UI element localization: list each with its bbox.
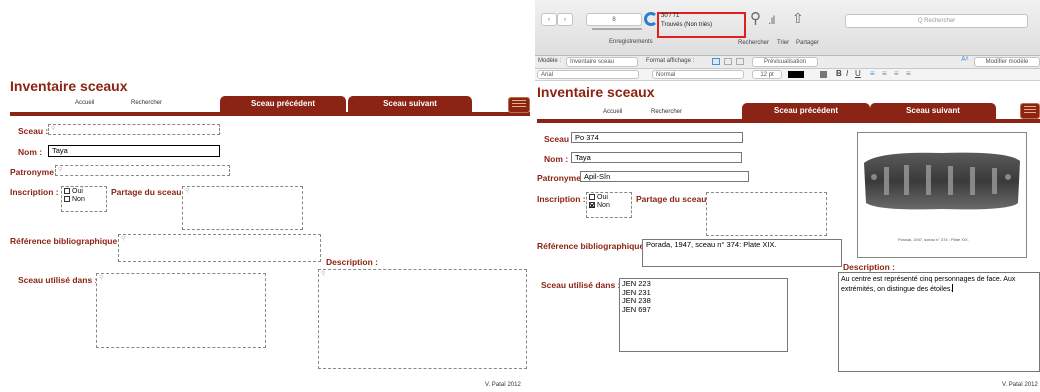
inscription-options: Oui Non (61, 186, 107, 212)
bold-button[interactable]: B (836, 69, 842, 78)
format-text-icon[interactable]: Aᵃ (961, 56, 968, 63)
style-select[interactable]: Normal (652, 70, 744, 79)
menu-icon[interactable] (508, 97, 530, 113)
label-inscription: Inscription : (10, 187, 59, 197)
checkbox-non-browse-checked[interactable] (589, 202, 595, 208)
prev-record-button[interactable]: ‹ (541, 13, 557, 26)
checkbox-non[interactable] (64, 196, 70, 202)
menu-icon-browse[interactable] (1020, 103, 1040, 119)
option-non[interactable]: Non (64, 196, 104, 204)
seal-image-frame: Porada, 1947, sceau n° 374 : Plate XIX. (857, 132, 1027, 258)
nom-field[interactable]: Taya (48, 145, 220, 157)
credit-browse: V. Pataï 2012 (1002, 382, 1038, 388)
checkbox-oui-browse[interactable] (589, 194, 595, 200)
checkbox-oui[interactable] (64, 188, 70, 194)
patronyme-field-browse[interactable]: Apil-Sîn (580, 171, 749, 182)
modify-layout-button[interactable]: Modifier modèle (974, 57, 1040, 67)
list-view-icon[interactable] (724, 58, 732, 65)
progress-icon (644, 12, 658, 26)
description-text: Au centre est représenté cinq personnage… (841, 276, 1016, 293)
records-status: Trouvés (Non triés) (661, 22, 713, 28)
patronyme-field[interactable]: ⚲ (55, 165, 230, 176)
header-bar-browse (537, 119, 1040, 123)
description-field-browse[interactable]: Au centre est représenté cinq personnage… (838, 272, 1040, 372)
format-label: Format affichage : (646, 58, 695, 64)
italic-button[interactable]: I (846, 69, 848, 78)
trier-label[interactable]: Trier (777, 40, 789, 46)
preview-button[interactable]: Prévisualisation (752, 57, 818, 67)
next-record-button[interactable]: › (557, 13, 573, 26)
option-oui-browse[interactable]: Oui (589, 194, 629, 202)
record-stepper[interactable]: 8 (586, 13, 642, 26)
label-partage-browse: Partage du sceau (636, 194, 707, 204)
text-color-swatch[interactable] (788, 71, 804, 78)
align-center-icon[interactable]: ≡ (882, 69, 887, 78)
sceau-utilise-field[interactable]: ⚲ (96, 273, 266, 348)
font-select[interactable]: Arial (537, 70, 639, 79)
partager-label[interactable]: Partager (796, 40, 819, 46)
size-select[interactable]: 12 pt (752, 70, 782, 79)
partage-field-browse[interactable] (706, 192, 827, 236)
label-reference-browse: Référence bibliographique : (537, 241, 650, 251)
modele-select[interactable]: Inventaire sceau (566, 57, 638, 67)
label-description: Description : (326, 257, 378, 267)
label-reference: Référence bibliographique : (10, 236, 123, 246)
search-icon[interactable]: ⚲ (750, 9, 761, 27)
nom-field-browse[interactable]: Taya (571, 152, 742, 163)
text-cursor (952, 284, 954, 292)
label-sceau-browse: Sceau : (544, 134, 575, 144)
align-justify-icon[interactable]: ≡ (906, 69, 911, 78)
reference-field-browse[interactable]: Porada, 1947, sceau n° 374: Plate XIX. (642, 239, 842, 267)
inscription-options-browse: Oui Non (586, 192, 632, 218)
label-sceau-utilise: Sceau utilisé dans : (18, 275, 98, 285)
image-caption: Porada, 1947, sceau n° 374 : Plate XIX. (898, 237, 969, 242)
nav-accueil-browse[interactable]: Accueil (603, 109, 622, 115)
share-icon[interactable]: ⇧ (792, 10, 804, 27)
option-non-browse[interactable]: Non (589, 202, 629, 210)
page-title: Inventaire sceaux (10, 78, 128, 94)
align-right-icon[interactable]: ≡ (894, 69, 899, 78)
label-patronyme-browse: Patronyme : (537, 173, 587, 183)
sceau-field-browse[interactable]: Po 374 (571, 132, 743, 143)
align-left-icon[interactable]: ≡ (870, 69, 875, 78)
records-count: 30 / 71 (661, 13, 680, 19)
nav-accueil[interactable]: Accueil (75, 100, 94, 106)
partage-field[interactable]: ⚲ (182, 186, 303, 230)
sceau-utilise-field-browse[interactable]: JEN 223 JEN 231 JEN 238 JEN 697 (619, 278, 788, 352)
description-field[interactable]: ⚲ (318, 269, 527, 369)
label-nom: Nom : (18, 147, 43, 157)
modele-label: Modèle : (538, 58, 562, 64)
label-nom-browse: Nom : (544, 154, 569, 164)
highlight-icon[interactable] (820, 71, 827, 78)
nav-rechercher-browse[interactable]: Rechercher (651, 109, 682, 115)
rechercher-label[interactable]: Rechercher (738, 40, 769, 46)
record-slider[interactable] (592, 28, 642, 30)
label-description-browse: Description : (843, 262, 895, 272)
list-item: JEN 697 (622, 304, 651, 314)
form-view-icon[interactable] (712, 58, 720, 65)
option-oui[interactable]: Oui (64, 188, 104, 196)
table-view-icon[interactable] (736, 58, 744, 65)
sort-icon[interactable]: .ıl (768, 13, 775, 27)
label-patronyme: Patronyme : (10, 167, 60, 177)
underline-button[interactable]: U (855, 69, 861, 78)
label-sceau-utilise-browse: Sceau utilisé dans : (541, 280, 621, 290)
header-bar (10, 112, 530, 116)
page-title-browse: Inventaire sceaux (537, 84, 655, 100)
label-partage: Partage du sceau (111, 187, 182, 197)
sceau-field[interactable]: ⚲ (48, 124, 220, 135)
records-label: Enregistrements (609, 39, 653, 45)
credit: V. Pataï 2012 (485, 382, 521, 388)
reference-field[interactable]: ⚲ (118, 234, 321, 262)
search-input[interactable]: Q Rechercher (845, 14, 1028, 28)
label-sceau: Sceau : (18, 126, 49, 136)
label-inscription-browse: Inscription : (537, 194, 586, 204)
nav-rechercher[interactable]: Rechercher (131, 100, 162, 106)
